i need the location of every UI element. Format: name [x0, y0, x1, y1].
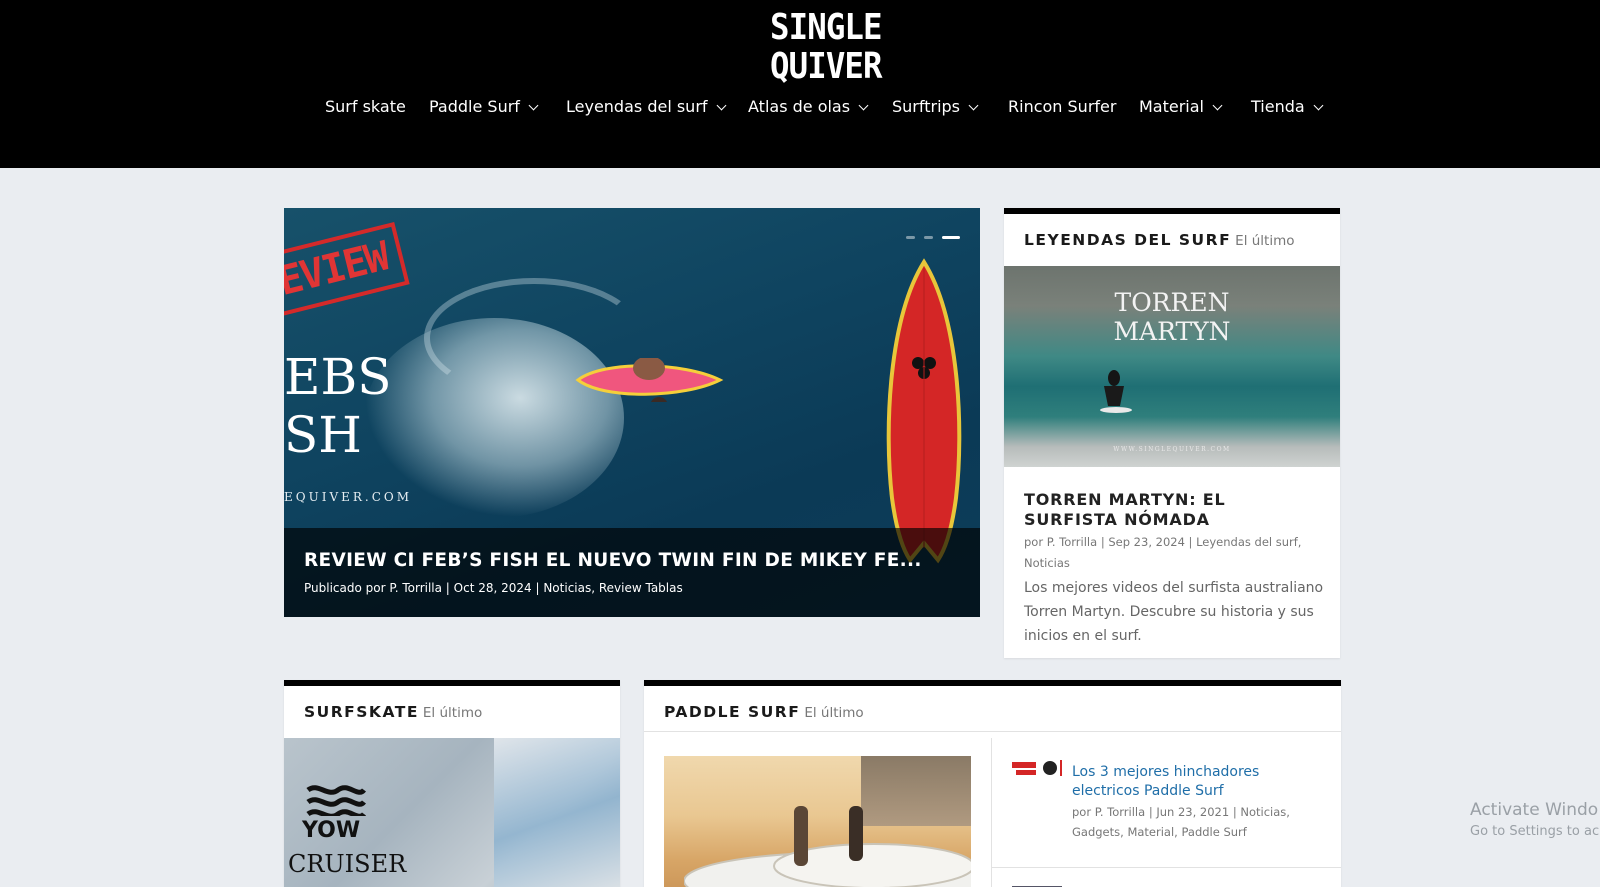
watermark-line: Activate Windo	[1470, 800, 1599, 820]
logo-line-1: SINGLE	[770, 7, 883, 48]
side-post: Los 3 mejores hinchadores electricos Pad…	[992, 738, 1341, 868]
os-activation-watermark: Activate Windo Go to Settings to ac	[1470, 800, 1599, 842]
paddle-surf-card: PADDLE SURF El último Los 3 mejores hinch…	[644, 680, 1341, 887]
hero-post-title[interactable]: REVIEW CI FEB’S FISH EL NUEVO TWIN FIN D…	[304, 550, 960, 571]
surfboard-image	[886, 258, 962, 564]
slider-dot[interactable]	[923, 236, 933, 239]
site-header: SINGLE QUIVER Surf skate Paddle Surf Ley…	[0, 0, 1600, 168]
brand-logo-text: YOW	[302, 818, 361, 843]
thumbnail-site: WWW.SINGLEQUIVER.COM	[1113, 446, 1231, 453]
chevron-down-icon	[716, 100, 726, 111]
card-subtitle: El último	[804, 705, 864, 721]
side-post-meta: por P. Torrilla | Jun 23, 2021 | Noticia…	[1072, 805, 1290, 839]
nav-item-material[interactable]: Material	[1139, 94, 1223, 120]
review-stamp: EVIEW	[284, 222, 410, 318]
nav-item-paddle-surf[interactable]: Paddle Surf	[429, 94, 539, 120]
hero-image-text-line: EBS	[284, 348, 392, 406]
nav-item-tienda[interactable]: Tienda	[1251, 94, 1324, 120]
post-thumbnail[interactable]: TORREN MARTYN WWW.SINGLEQUIVER.COM	[1004, 266, 1340, 467]
nav-label: Leyendas del surf	[566, 97, 708, 116]
nav-item-leyendas-del-surf[interactable]: Leyendas del surf	[566, 94, 726, 120]
card-header: LEYENDAS DEL SURF El último	[1004, 214, 1340, 260]
hero-image-text: EBS SH	[284, 348, 392, 464]
card-header: SURFSKATE El último	[284, 686, 620, 732]
nav-label: Surftrips	[892, 97, 961, 116]
thumbnail-title-line: MARTYN	[1113, 317, 1231, 346]
nav-item-rincon-surfer[interactable]: Rincon Surfer	[1008, 94, 1116, 120]
site-logo[interactable]: SINGLE QUIVER	[770, 7, 883, 87]
card-subtitle: El último	[1235, 233, 1295, 249]
nav-label: Rincon Surfer	[1008, 97, 1117, 116]
hero-image-site: EQUIVER.COM	[284, 490, 413, 504]
wave-logo-icon	[306, 785, 366, 816]
featured-slider[interactable]: EVIEW EBS SH EQUIVER.COM REVIEW CI FEB’S…	[284, 208, 980, 617]
nav-label: Surf skate	[325, 97, 406, 116]
watermark-line: Go to Settings to ac	[1470, 824, 1600, 839]
nav-label: Paddle Surf	[429, 97, 520, 116]
post-title[interactable]: TORREN MARTYN: EL SURFISTA NÓMADA	[1024, 490, 1324, 530]
chevron-down-icon	[1313, 100, 1324, 111]
thumbnail-title: TORREN MARTYN	[1004, 288, 1340, 346]
paddle-boards-image	[684, 806, 971, 887]
surfer-board-image	[575, 358, 724, 402]
slider-dot-active[interactable]	[942, 236, 960, 239]
slider-dot[interactable]	[905, 236, 915, 239]
post-thumbnail[interactable]: YOW CRUISER	[284, 738, 620, 887]
nav-label: Material	[1139, 97, 1204, 116]
hero-post-meta: Publicado por P. Torrilla | Oct 28, 2024…	[304, 581, 683, 595]
main-nav: Surf skate Paddle Surf Leyendas del surf…	[0, 94, 1600, 120]
thumbnail-title-line: TORREN	[1114, 288, 1230, 317]
side-post-thumbnail[interactable]	[1012, 758, 1062, 778]
chevron-down-icon	[858, 100, 869, 111]
chevron-down-icon	[528, 100, 539, 111]
card-header: PADDLE SURF El último	[644, 686, 1341, 732]
skater-figure	[494, 738, 620, 887]
post-meta: por P. Torrilla | Sep 23, 2024 | Leyenda…	[1024, 535, 1302, 570]
nav-label: Atlas de olas	[748, 97, 851, 116]
post-excerpt: Los mejores videos del surfista australi…	[1024, 580, 1324, 644]
card-category[interactable]: LEYENDAS DEL SURF	[1024, 231, 1231, 249]
slider-pagination	[902, 227, 960, 246]
card-subtitle: El último	[422, 705, 483, 721]
thumbnail-text: CRUISER	[288, 850, 407, 878]
nav-label: Tienda	[1251, 97, 1305, 116]
nav-item-surf-skate[interactable]: Surf skate	[325, 94, 406, 120]
surfer-silhouette	[1100, 370, 1132, 413]
card-category[interactable]: SURFSKATE	[304, 703, 419, 721]
leyendas-card: LEYENDAS DEL SURF El último TORREN MARTYN…	[1004, 208, 1340, 658]
surfskate-card: SURFSKATE El último YOW CRUISER	[284, 680, 620, 887]
side-post-title[interactable]: Los 3 mejores hinchadores electricos Pad…	[1072, 763, 1322, 801]
hero-caption: REVIEW CI FEB’S FISH EL NUEVO TWIN FIN D…	[284, 528, 980, 617]
hero-image-text-line: SH	[284, 406, 362, 464]
nav-item-surftrips[interactable]: Surftrips	[892, 94, 979, 120]
chevron-down-icon	[1212, 100, 1223, 111]
chevron-down-icon	[968, 100, 979, 111]
post-thumbnail[interactable]	[664, 756, 971, 887]
card-category[interactable]: PADDLE SURF	[664, 703, 800, 721]
logo-line-2: QUIVER	[770, 46, 883, 87]
nav-item-atlas-de-olas[interactable]: Atlas de olas	[748, 94, 869, 120]
